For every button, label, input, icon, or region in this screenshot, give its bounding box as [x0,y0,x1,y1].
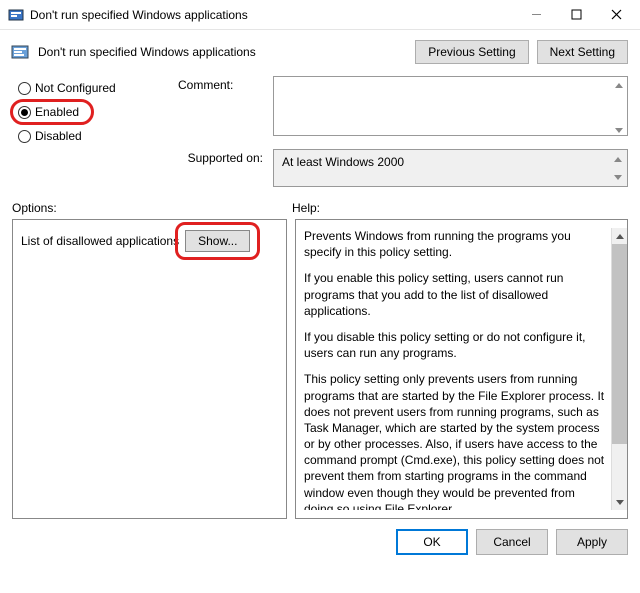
radio-not-configured[interactable]: Not Configured [16,76,166,100]
radio-icon [18,130,31,143]
supported-on-value: At least Windows 2000 [273,149,628,187]
titlebar: Don't run specified Windows applications [0,0,640,30]
scroll-up-icon[interactable] [612,78,626,92]
upper-panel: Not Configured Enabled Disabled Comment: [0,72,640,187]
show-button[interactable]: Show... [185,230,250,252]
comment-input[interactable] [273,76,628,136]
disallowed-list-label: List of disallowed applications [21,234,179,248]
help-text: Prevents Windows from running the progra… [304,228,611,510]
minimize-button[interactable] [516,1,556,29]
radio-label: Disabled [35,129,82,143]
comment-label: Comment: [178,76,263,92]
scroll-down-icon[interactable] [612,123,626,137]
help-heading: Help: [292,201,320,215]
policy-icon [8,7,24,23]
options-heading: Options: [12,201,292,215]
help-paragraph: Prevents Windows from running the progra… [304,228,607,260]
cancel-button[interactable]: Cancel [476,529,548,555]
scroll-thumb[interactable] [612,244,627,444]
scrollbar[interactable] [611,228,627,510]
close-button[interactable] [596,1,636,29]
help-paragraph: This policy setting only prevents users … [304,371,607,510]
previous-setting-button[interactable]: Previous Setting [415,40,528,64]
scroll-up-icon[interactable] [611,152,625,166]
scroll-up-icon[interactable] [612,228,627,244]
radio-enabled[interactable]: Enabled [16,100,166,124]
apply-button[interactable]: Apply [556,529,628,555]
radio-icon [18,106,31,119]
scroll-down-icon[interactable] [612,494,627,510]
ok-button[interactable]: OK [396,529,468,555]
help-paragraph: If you disable this policy setting or do… [304,329,607,361]
supported-on-text: At least Windows 2000 [282,155,404,169]
radio-icon [18,82,31,95]
radio-label: Enabled [35,105,79,119]
scroll-track[interactable] [612,244,627,494]
maximize-button[interactable] [556,1,596,29]
options-pane: List of disallowed applications Show... [12,219,287,519]
radio-label: Not Configured [35,81,116,95]
next-setting-button[interactable]: Next Setting [537,40,628,64]
policy-icon [10,42,30,62]
dialog-footer: OK Cancel Apply [0,519,640,565]
supported-on-label: Supported on: [178,149,263,165]
scroll-down-icon[interactable] [611,170,625,184]
radio-group: Not Configured Enabled Disabled [16,76,166,148]
help-paragraph: If you enable this policy setting, users… [304,270,607,319]
help-pane: Prevents Windows from running the progra… [295,219,628,519]
window-title: Don't run specified Windows applications [30,8,516,22]
section-labels: Options: Help: [0,187,640,219]
page-title: Don't run specified Windows applications [38,45,407,59]
header-row: Don't run specified Windows applications… [0,30,640,72]
radio-disabled[interactable]: Disabled [16,124,166,148]
